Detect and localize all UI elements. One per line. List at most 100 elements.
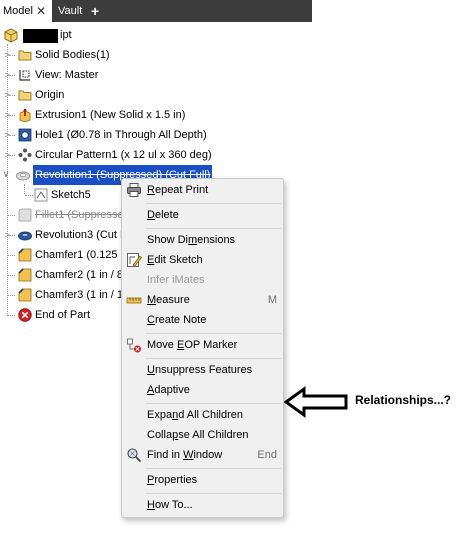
sketch-icon	[34, 188, 48, 202]
close-icon[interactable]: ✕	[36, 0, 46, 22]
menu-item-label: Find in Window	[147, 449, 223, 461]
tree-connector	[7, 315, 15, 316]
menu-item-find-in-window[interactable]: Find in Window End	[122, 445, 283, 465]
tree-root[interactable]: ipt	[0, 25, 200, 45]
menu-item-collapse-all-children[interactable]: Collapse All Children	[122, 425, 283, 445]
tree-item-label: View: Master	[35, 69, 99, 81]
menu-item-shortcut: M	[267, 294, 277, 306]
tree-item-label: Chamfer1 (0.125 i	[35, 249, 124, 261]
tree-item-origin[interactable]: > Origin	[0, 85, 200, 105]
menu-item-label: Adaptive	[147, 384, 190, 396]
tree-item-label: Sketch5	[51, 189, 91, 201]
tab-vault[interactable]: Vault	[58, 0, 82, 22]
tree-connector	[9, 95, 15, 96]
menu-item-unsuppress-features[interactable]: Unsuppress Features	[122, 360, 283, 380]
tree-item-label: Fillet1 (Suppressed	[35, 209, 130, 221]
redacted-filename	[23, 29, 58, 43]
hole-icon	[18, 128, 32, 142]
chamfer-icon	[18, 268, 32, 282]
tree-connector	[9, 75, 15, 76]
menu-separator	[146, 333, 281, 334]
menu-item-label: Expand All Children	[147, 409, 244, 421]
context-menu: Repeat Print Delete Show Dimensions Edit…	[121, 178, 284, 518]
menu-separator	[146, 403, 281, 404]
left-arrow-annotation-icon	[284, 386, 348, 418]
tree-item-label: End of Part	[35, 309, 91, 321]
tree-connector	[7, 215, 15, 216]
tree-connector	[9, 135, 15, 136]
folder-icon	[18, 90, 32, 101]
tree-connector	[7, 275, 15, 276]
part-icon	[4, 28, 18, 43]
menu-item-label: Edit Sketch	[147, 254, 203, 266]
menu-item-label: Collapse All Children	[147, 429, 249, 441]
add-tab-icon[interactable]: +	[91, 0, 99, 22]
menu-item-expand-all-children[interactable]: Expand All Children	[122, 405, 283, 425]
menu-item-label: Move EOP Marker	[147, 339, 238, 351]
menu-item-move-eop-marker[interactable]: Move EOP Marker	[122, 335, 283, 355]
chamfer-icon	[18, 288, 32, 302]
tree-item-circular-pattern1[interactable]: > Circular Pattern1 (x 12 ul x 360 deg)	[0, 145, 250, 165]
tree-item-label: Chamfer2 (1 in / 8	[35, 269, 124, 281]
tab-model-label: Model	[3, 5, 33, 17]
menu-item-label: Unsuppress Features	[147, 364, 253, 376]
menu-item-properties[interactable]: Properties	[122, 470, 283, 490]
root-label: ipt	[60, 29, 72, 41]
tab-model[interactable]: Model ✕	[0, 0, 52, 22]
chamfer-icon	[18, 248, 32, 262]
end-of-part-icon	[18, 308, 32, 322]
revolve-suppressed-icon	[16, 171, 30, 181]
tree-item-extrusion1[interactable]: > Extrusion1 (New Solid x 1.5 in)	[0, 105, 200, 125]
menu-item-adaptive[interactable]: Adaptive	[122, 380, 283, 400]
tree-item-solid-bodies[interactable]: > Solid Bodies(1)	[0, 45, 200, 65]
extrude-icon	[19, 108, 31, 122]
menu-item-create-note[interactable]: Create Note	[122, 310, 283, 330]
tree-item-label: Origin	[35, 89, 65, 101]
menu-separator	[146, 468, 281, 469]
menu-separator	[146, 228, 281, 229]
menu-item-infer-imates: Infer iMates	[122, 270, 283, 290]
tree-item-label: Chamfer3 (1 in / 1	[35, 289, 124, 301]
menu-item-delete[interactable]: Delete	[122, 205, 283, 225]
menu-item-label: Measure	[147, 294, 190, 306]
find-icon	[127, 448, 142, 463]
menu-item-label: Create Note	[147, 314, 207, 326]
fillet-suppressed-icon	[18, 208, 32, 222]
menu-separator	[146, 203, 281, 204]
collapse-icon[interactable]: ∨	[2, 165, 10, 185]
tree-connector	[7, 255, 15, 256]
tree-connector	[9, 55, 15, 56]
tree-item-hole1[interactable]: > Hole1 (Ø0.78 in Through All Depth)	[0, 125, 207, 145]
menu-item-label: Infer iMates	[147, 274, 205, 286]
menu-item-label: Properties	[147, 474, 198, 486]
circular-pattern-icon	[18, 148, 32, 162]
tree-connector	[9, 235, 15, 236]
menu-item-label: Show Dimensions	[147, 234, 236, 246]
eop-marker-icon	[127, 338, 141, 353]
tree-connector	[9, 115, 15, 116]
tree-item-view-master[interactable]: > View: Master	[0, 65, 200, 85]
tree-item-label: Circular Pattern1 (x 12 ul x 360 deg)	[35, 149, 212, 161]
revolve-icon	[18, 231, 32, 241]
menu-separator	[146, 358, 281, 359]
view-icon	[19, 70, 30, 81]
print-icon	[127, 183, 141, 197]
folder-icon	[18, 50, 32, 61]
tree-item-label: Hole1 (Ø0.78 in Through All Depth)	[35, 129, 207, 141]
tree-item-label: Revolution3 (Cut Fu	[35, 229, 133, 241]
menu-item-show-dimensions[interactable]: Show Dimensions	[122, 230, 283, 250]
tree-item-label: Solid Bodies(1)	[35, 49, 110, 61]
menu-item-label: How To...	[147, 499, 193, 511]
tree-connector	[9, 155, 15, 156]
edit-sketch-icon	[127, 253, 142, 268]
menu-item-repeat-print[interactable]: Repeat Print	[122, 180, 283, 200]
menu-item-edit-sketch[interactable]: Edit Sketch	[122, 250, 283, 270]
menu-item-measure[interactable]: Measure M	[122, 290, 283, 310]
menu-item-how-to[interactable]: How To...	[122, 495, 283, 515]
menu-separator	[146, 493, 281, 494]
annotation-text: Relationships...?	[355, 393, 452, 407]
tree-connector	[7, 295, 15, 296]
document-tab-bar: Model ✕ Vault +	[0, 0, 312, 22]
tree-connector	[25, 195, 33, 196]
menu-item-shortcut: End	[257, 449, 277, 461]
